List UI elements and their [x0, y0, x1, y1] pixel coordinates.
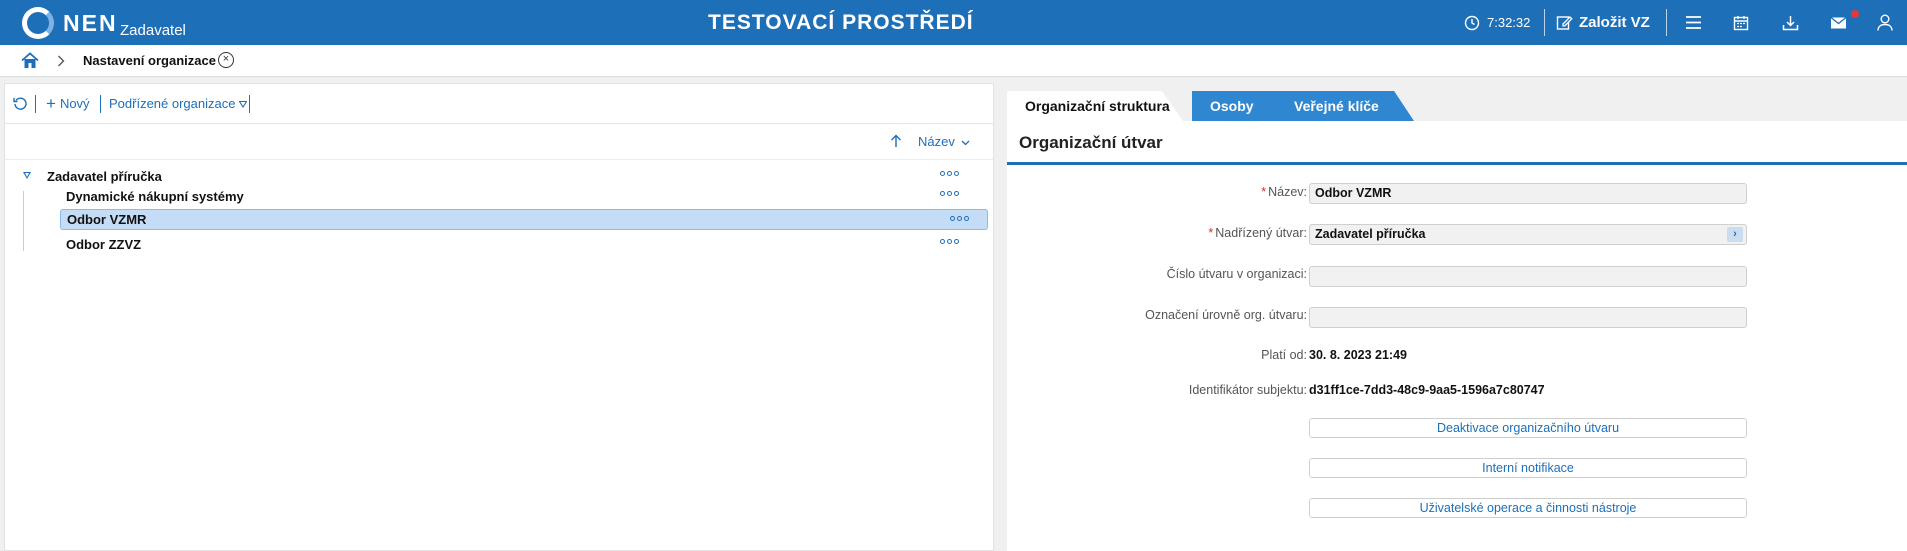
tab-organizational-structure[interactable]: Organizační struktura: [1007, 91, 1183, 121]
parent-unit-field[interactable]: Zadavatel příručka ›: [1309, 224, 1747, 245]
toolbar-separator: [249, 95, 250, 113]
tree-item-label: Odbor ZZVZ: [66, 236, 142, 252]
menu-icon: [1685, 15, 1702, 30]
sort-ascending-icon[interactable]: [890, 134, 902, 153]
tree-toolbar: + Nový Podřízené organizace: [5, 84, 993, 124]
nen-logo[interactable]: NEN: [22, 6, 118, 40]
user-button[interactable]: [1877, 0, 1893, 45]
breadcrumb: Nastavení organizace ×: [0, 45, 1907, 77]
more-options-icon[interactable]: [950, 216, 969, 221]
tree-item-label: Dynamické nákupní systémy: [66, 188, 244, 204]
tree-item-label: Zadavatel příručka: [47, 168, 162, 184]
parent-unit-value: Zadavatel příručka: [1315, 227, 1426, 241]
triangle-down-icon: [238, 96, 248, 111]
calendar-button[interactable]: [1733, 0, 1749, 45]
tab-label: Veřejné klíče: [1294, 98, 1379, 114]
edit-icon: [1556, 14, 1573, 31]
clock-icon: [1464, 15, 1480, 31]
chevron-right-icon[interactable]: ›: [1727, 227, 1743, 242]
separator: [1666, 9, 1667, 36]
logo-ring-icon: [22, 7, 54, 39]
section-title: Organizační útvar: [1019, 133, 1163, 152]
home-icon[interactable]: [21, 52, 39, 74]
download-button[interactable]: [1782, 0, 1799, 45]
refresh-button[interactable]: [13, 96, 28, 114]
valid-from-value: 30. 8. 2023 21:49: [1309, 348, 1407, 362]
unit-level-label: Označení úrovně org. útvaru:: [1145, 308, 1307, 322]
tree-item-label: Odbor VZMR: [67, 212, 147, 227]
user-icon: [1877, 14, 1893, 31]
expand-triangle-icon[interactable]: [23, 172, 31, 179]
name-field[interactable]: Odbor VZMR: [1309, 183, 1747, 204]
sub-organizations-label: Podřízené organizace: [109, 96, 236, 111]
unit-number-label: Číslo útvaru v organizaci:: [1166, 267, 1307, 281]
subject-id-label: Identifikátor subjektu:: [1188, 383, 1307, 397]
tab-bar: Organizační struktura Osoby Veřejné klíč…: [1007, 83, 1907, 121]
tab-label: Osoby: [1210, 98, 1254, 114]
name-label: * Název:: [1261, 185, 1307, 199]
tree-connector-line: [23, 191, 24, 251]
sort-label: Název: [918, 134, 955, 149]
calendar-icon: [1733, 15, 1749, 31]
create-vz-button[interactable]: Založit VZ: [1556, 0, 1650, 45]
sort-bar: Název: [5, 124, 993, 160]
environment-title: TESTOVACÍ PROSTŘEDÍ: [708, 11, 974, 34]
logo-subtitle: Zadavatel: [120, 22, 186, 39]
toolbar-separator: [35, 95, 36, 113]
subject-id-value: d31ff1ce-7dd3-48c9-9aa5-1596a7c80747: [1309, 383, 1545, 397]
download-icon: [1782, 15, 1799, 31]
sub-organizations-dropdown[interactable]: Podřízené organizace: [109, 96, 248, 111]
internal-notifications-button[interactable]: Interní notifikace: [1309, 458, 1747, 478]
new-label: Nový: [59, 96, 90, 111]
parent-unit-label: * Nadřízený útvar:: [1208, 226, 1307, 240]
breadcrumb-current: Nastavení organizace: [83, 53, 216, 68]
top-bar: NEN Zadavatel TESTOVACÍ PROSTŘEDÍ 7:32:3…: [0, 0, 1907, 45]
menu-button[interactable]: [1685, 0, 1702, 45]
valid-from-label: Platí od:: [1261, 348, 1307, 362]
separator: [1544, 9, 1545, 36]
create-vz-label: Založit VZ: [1579, 14, 1650, 31]
tree-item[interactable]: Odbor ZZVZ: [66, 233, 977, 255]
tab-public-keys[interactable]: Veřejné klíče: [1272, 91, 1414, 121]
user-operations-button[interactable]: Uživatelské operace a činnosti nástroje: [1309, 498, 1747, 518]
chevron-down-icon: [962, 140, 970, 146]
refresh-icon: [13, 96, 28, 114]
sort-by-name-dropdown[interactable]: Název: [918, 134, 970, 149]
tree-item-selected[interactable]: Odbor VZMR: [60, 209, 988, 230]
toolbar-separator: [100, 95, 101, 113]
more-options-icon[interactable]: [940, 191, 959, 196]
new-button[interactable]: + Nový: [46, 94, 90, 113]
deactivate-unit-button[interactable]: Deaktivace organizačního útvaru: [1309, 418, 1747, 438]
more-options-icon[interactable]: [940, 171, 959, 176]
chevron-right-icon: [57, 54, 65, 72]
close-icon[interactable]: ×: [218, 52, 234, 68]
tree-item[interactable]: Zadavatel příručka: [47, 165, 977, 187]
more-options-icon[interactable]: [940, 239, 959, 244]
plus-icon: +: [46, 94, 56, 113]
unit-number-field[interactable]: [1309, 266, 1747, 287]
detail-panel: Organizační struktura Osoby Veřejné klíč…: [1007, 83, 1907, 551]
tab-label: Organizační struktura: [1025, 98, 1170, 114]
organization-tree-panel: + Nový Podřízené organizace Název Zadava…: [4, 83, 994, 551]
logo-text: NEN: [63, 9, 118, 36]
mail-button[interactable]: [1830, 0, 1847, 45]
unit-level-field[interactable]: [1309, 307, 1747, 328]
tree-item[interactable]: Dynamické nákupní systémy: [66, 185, 977, 207]
clock: 7:32:32: [1464, 0, 1530, 45]
clock-time: 7:32:32: [1487, 15, 1531, 30]
notification-dot: [1851, 10, 1859, 18]
mail-icon: [1830, 16, 1847, 30]
section-divider: [1007, 162, 1907, 165]
